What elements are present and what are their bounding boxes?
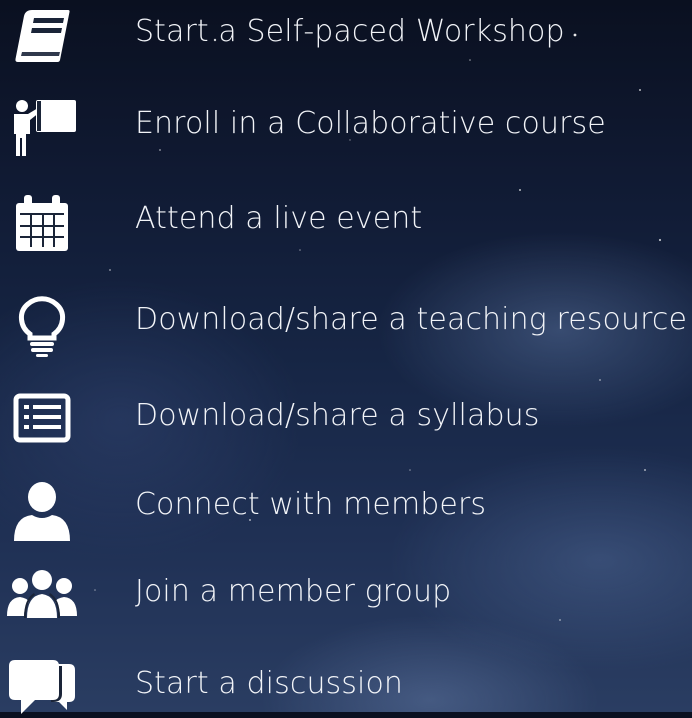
group-icon bbox=[6, 566, 78, 626]
menu-item-label: Enroll in a Collaborative course bbox=[135, 106, 606, 141]
menu-item-label: Connect with members bbox=[135, 487, 487, 522]
menu-item-syllabus[interactable]: Download/share a syllabus bbox=[0, 386, 692, 446]
chat-bubbles-icon bbox=[6, 658, 78, 718]
menu-item-live-event[interactable]: Attend a live event bbox=[0, 189, 692, 251]
person-icon bbox=[6, 479, 78, 541]
menu-item-discussion[interactable]: Start a discussion bbox=[0, 654, 692, 714]
syllabus-list-icon bbox=[6, 390, 78, 450]
menu-item-member-group[interactable]: Join a member group bbox=[0, 562, 692, 622]
menu-item-label: Start a discussion bbox=[135, 666, 404, 701]
book-icon bbox=[6, 6, 78, 66]
menu-item-label: Download/share a teaching resource bbox=[135, 302, 687, 337]
calendar-icon bbox=[6, 193, 78, 253]
menu-item-self-paced-workshop[interactable]: Start a Self-paced Workshop bbox=[0, 2, 692, 62]
menu-item-collaborative-course[interactable]: Enroll in a Collaborative course bbox=[0, 94, 692, 156]
presenter-whiteboard-icon bbox=[6, 98, 78, 158]
menu-item-label: Start a Self-paced Workshop bbox=[135, 14, 565, 49]
menu-item-label: Download/share a syllabus bbox=[135, 398, 540, 433]
menu-item-label: Join a member group bbox=[135, 574, 452, 609]
menu-item-label: Attend a live event bbox=[135, 201, 423, 236]
action-menu: Start a Self-paced Workshop Enroll in a … bbox=[0, 0, 692, 714]
lightbulb-icon bbox=[6, 294, 78, 357]
menu-item-connect-members[interactable]: Connect with members bbox=[0, 475, 692, 541]
menu-item-teaching-resource[interactable]: Download/share a teaching resource bbox=[0, 290, 692, 357]
